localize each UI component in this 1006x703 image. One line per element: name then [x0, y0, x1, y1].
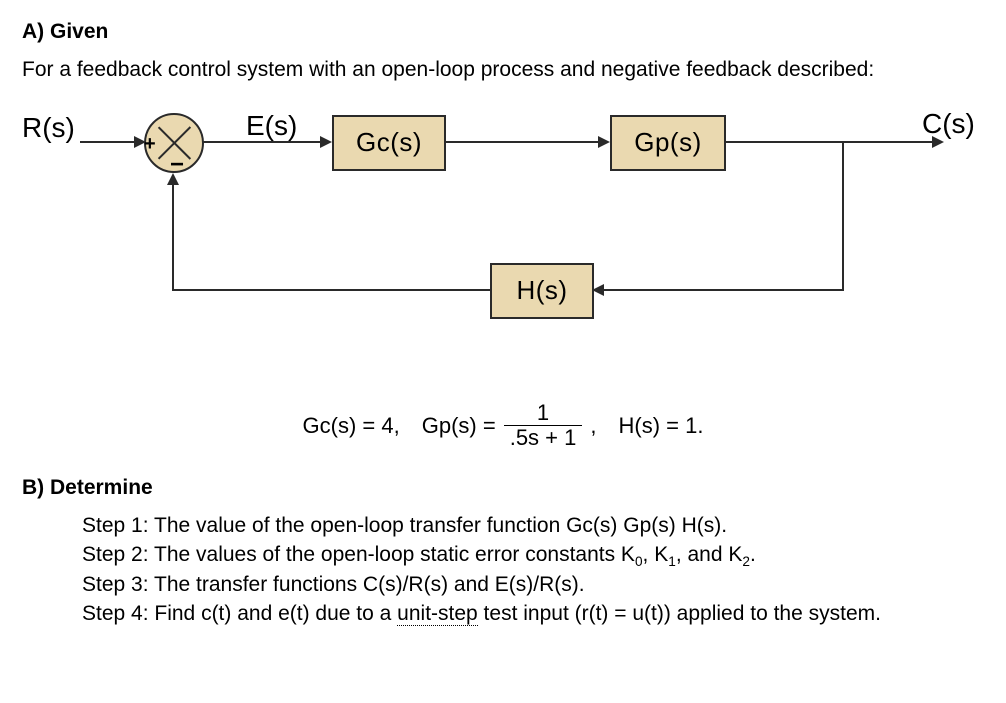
- step-4-part-a: Step 4: Find c(t) and e(t) due to a: [82, 602, 397, 625]
- block-gc: Gc(s): [332, 115, 446, 171]
- section-a-heading: A) Given: [22, 18, 984, 46]
- wire-r-to-sum: [80, 141, 136, 143]
- section-b-heading: B) Determine: [22, 474, 984, 502]
- label-e-s: E(s): [246, 107, 297, 145]
- eq-hs: H(s) = 1.: [618, 411, 703, 441]
- step-2-part-d: .: [750, 543, 756, 566]
- equation-row: Gc(s) = 4, Gp(s) = 1 .5s + 1 , H(s) = 1.: [22, 401, 984, 450]
- label-c-s: C(s): [922, 105, 975, 143]
- step-4: Step 4: Find c(t) and e(t) due to a unit…: [82, 600, 984, 628]
- arrow-into-sum-bottom: [167, 173, 179, 185]
- wire-feedback-down: [842, 141, 844, 291]
- step-2-part-c: , and K: [676, 543, 743, 566]
- wire-gp-to-c: [724, 141, 934, 143]
- steps-block: Step 1: The value of the open-loop trans…: [22, 512, 984, 628]
- block-gp: Gp(s): [610, 115, 726, 171]
- arrow-into-gp: [598, 136, 610, 148]
- summing-junction: + −: [144, 113, 204, 173]
- label-r-s: R(s): [22, 109, 75, 147]
- step-2-part-b: , K: [643, 543, 669, 566]
- wire-to-h-right: [602, 289, 844, 291]
- step-2-part-a: Step 2: The values of the open-loop stat…: [82, 543, 635, 566]
- step-2-sub-1: 1: [668, 554, 676, 569]
- eq-gp-num: 1: [531, 401, 555, 425]
- page-root: A) Given For a feedback control system w…: [0, 0, 1006, 703]
- step-2: Step 2: The values of the open-loop stat…: [82, 541, 984, 572]
- eq-comma: ,: [590, 411, 596, 441]
- eq-gp-lhs: Gp(s) =: [422, 411, 496, 441]
- eq-gp-den: .5s + 1: [504, 425, 583, 450]
- step-2-sub-0: 0: [635, 554, 643, 569]
- step-4-underlined: unit-step: [397, 602, 478, 626]
- wire-gc-to-gp: [444, 141, 600, 143]
- sum-plus-icon: +: [144, 131, 156, 158]
- step-3: Step 3: The transfer functions C(s)/R(s)…: [82, 571, 984, 599]
- wire-feedback-up: [172, 183, 174, 291]
- block-h: H(s): [490, 263, 594, 319]
- step-2-sub-2: 2: [742, 554, 750, 569]
- intro-paragraph: For a feedback control system with an op…: [22, 56, 984, 84]
- block-h-label: H(s): [516, 273, 567, 308]
- block-gc-label: Gc(s): [356, 125, 422, 160]
- eq-gp-fraction: 1 .5s + 1: [504, 401, 583, 450]
- step-4-part-b: test input (r(t) = u(t)) applied to the …: [478, 602, 881, 625]
- wire-h-to-sum-h: [172, 289, 490, 291]
- step-1: Step 1: The value of the open-loop trans…: [82, 512, 984, 540]
- block-diagram: R(s) + − E(s) Gc(s) Gp(s) C(s): [22, 101, 962, 381]
- eq-gc: Gc(s) = 4,: [303, 411, 400, 441]
- arrow-into-gc: [320, 136, 332, 148]
- block-gp-label: Gp(s): [634, 125, 702, 160]
